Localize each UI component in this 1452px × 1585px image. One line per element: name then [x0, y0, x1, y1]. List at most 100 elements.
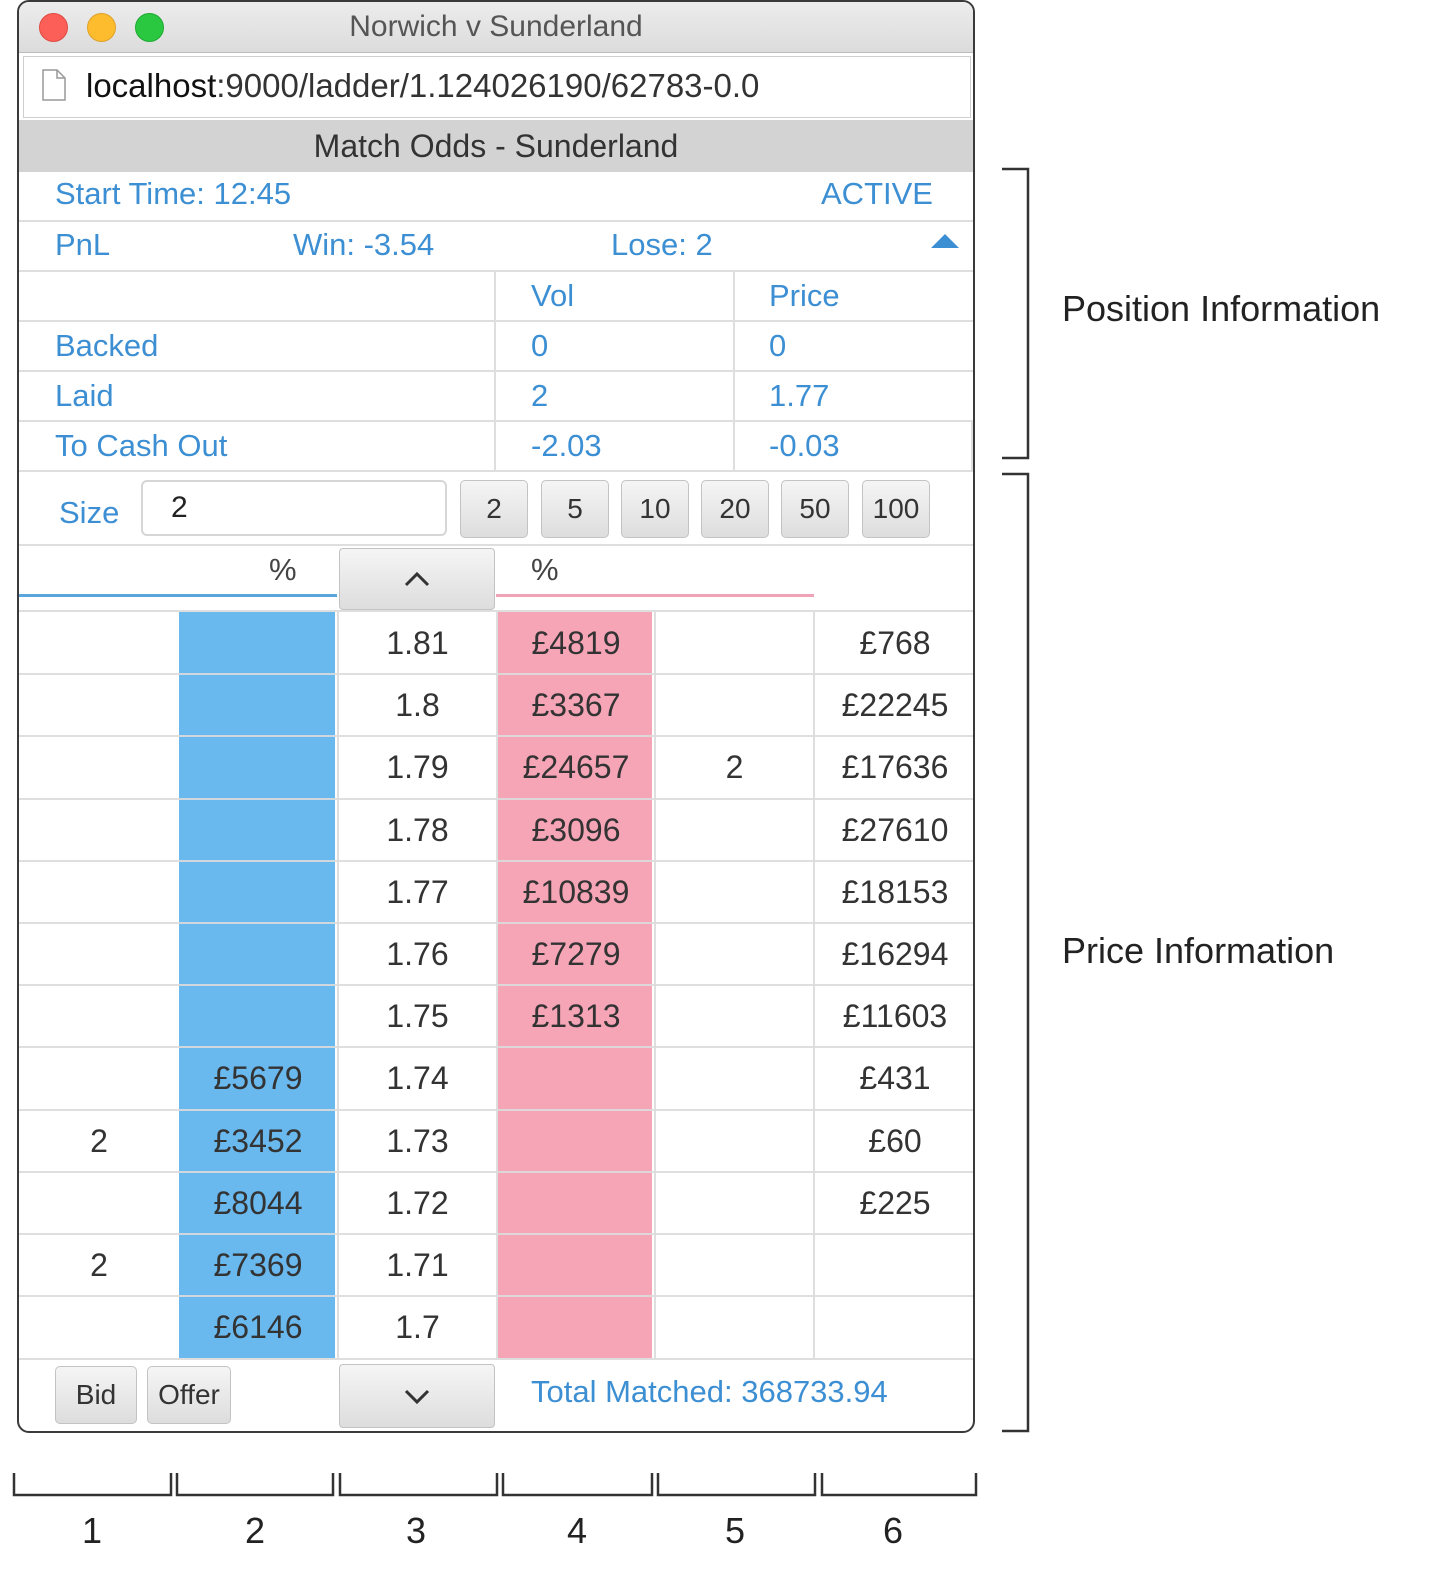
- ask-volume-cell[interactable]: [498, 1172, 654, 1234]
- position-row-vol: 0: [531, 328, 549, 363]
- bid-volume-cell[interactable]: £8044: [179, 1172, 337, 1234]
- position-row-price: 0: [769, 328, 787, 363]
- size-input[interactable]: 2: [141, 480, 447, 536]
- ask-volume-cell[interactable]: [498, 1296, 654, 1358]
- my-ask-cell: [656, 799, 813, 861]
- my-bid-cell: [19, 799, 179, 861]
- size-preset-button[interactable]: 2: [460, 480, 528, 538]
- column-number: 5: [724, 1510, 746, 1551]
- bid-volume-cell[interactable]: [179, 985, 337, 1047]
- divider: [971, 420, 973, 470]
- divider: [494, 270, 496, 470]
- bid-button[interactable]: Bid: [55, 1366, 137, 1424]
- scroll-down-button[interactable]: [339, 1364, 495, 1428]
- market-status: ACTIVE: [821, 176, 933, 211]
- window-title: Norwich v Sunderland: [349, 10, 643, 43]
- bid-volume-cell[interactable]: £7369: [179, 1234, 337, 1296]
- my-bid-cell: [19, 923, 179, 985]
- ask-volume-cell[interactable]: £10839: [498, 861, 654, 923]
- divider: [19, 470, 973, 472]
- my-ask-cell: [656, 985, 813, 1047]
- my-bid-cell: [19, 1172, 179, 1234]
- divider: [733, 270, 735, 470]
- url-path: :9000/ladder/1.124026190/62783-0.0: [216, 67, 760, 104]
- ask-volume-cell[interactable]: £3096: [498, 799, 654, 861]
- position-row-vol: -2.03: [531, 428, 602, 463]
- price-cell[interactable]: 1.73: [339, 1110, 496, 1172]
- position-information-label: Position Information: [1062, 288, 1381, 329]
- bid-volume-cell[interactable]: [179, 861, 337, 923]
- ask-header-underline: [496, 594, 814, 597]
- market-name: Match Odds - Sunderland: [19, 120, 973, 172]
- ladder-row: 1.8 £3367 £22245: [19, 673, 973, 736]
- bid-percent-header: %: [269, 552, 297, 587]
- divider: [19, 270, 973, 272]
- offer-button[interactable]: Offer: [147, 1366, 231, 1424]
- size-label: Size: [59, 495, 120, 530]
- price-information-label: Price Information: [1062, 930, 1335, 971]
- price-cell[interactable]: 1.79: [339, 736, 496, 798]
- browser-window: Norwich v Sunderland localhost:9000/ladd…: [17, 0, 975, 1433]
- price-ladder: 1.81 £4819 £768 1.8 £3367 £22245 1.79 £24657 2 £1…: [19, 612, 973, 1358]
- bid-volume-cell[interactable]: [179, 674, 337, 736]
- ladder-row: £8044 1.72 £225: [19, 1170, 973, 1234]
- bid-volume-cell[interactable]: [179, 923, 337, 985]
- price-cell[interactable]: 1.7: [339, 1296, 496, 1358]
- size-preset-button[interactable]: 100: [862, 480, 930, 538]
- ask-volume-cell[interactable]: [498, 1234, 654, 1296]
- size-preset-button[interactable]: 50: [781, 480, 849, 538]
- price-cell[interactable]: 1.8: [339, 674, 496, 736]
- bid-volume-cell[interactable]: £6146: [179, 1296, 337, 1358]
- size-preset-button[interactable]: 20: [701, 480, 769, 538]
- ask-volume-cell[interactable]: £3367: [498, 674, 654, 736]
- bid-volume-cell[interactable]: £5679: [179, 1047, 337, 1109]
- ask-volume-cell[interactable]: [498, 1047, 654, 1109]
- ladder-row: 2 £3452 1.73 £60: [19, 1108, 973, 1172]
- my-bid-cell: [19, 985, 179, 1047]
- address-bar[interactable]: localhost:9000/ladder/1.124026190/62783-…: [23, 56, 971, 118]
- price-cell[interactable]: 1.75: [339, 985, 496, 1047]
- row-divider: [19, 735, 973, 738]
- my-ask-cell: 2: [725, 749, 744, 786]
- size-preset-button[interactable]: 5: [541, 480, 609, 538]
- size-preset-button[interactable]: 10: [621, 480, 689, 538]
- price-cell[interactable]: 1.74: [339, 1047, 496, 1109]
- my-bid-cell: [19, 861, 179, 923]
- ask-volume-cell[interactable]: £24657: [498, 736, 654, 798]
- price-cell[interactable]: 1.78: [339, 799, 496, 861]
- ladder-row: £5679 1.74 £431: [19, 1046, 973, 1109]
- my-bid-cell: 2: [90, 1122, 108, 1159]
- triangle-up-icon[interactable]: [929, 232, 961, 250]
- divider: [19, 220, 973, 222]
- bid-volume-cell[interactable]: [179, 799, 337, 861]
- traded-volume-cell: [815, 1234, 973, 1296]
- ask-volume-cell[interactable]: [498, 1110, 654, 1172]
- traded-volume-cell: £17636: [841, 749, 949, 786]
- price-cell[interactable]: 1.77: [339, 861, 496, 923]
- ask-volume-cell[interactable]: £7279: [498, 923, 654, 985]
- annotation-brackets: [1002, 167, 1030, 1433]
- ask-volume-cell[interactable]: £4819: [498, 612, 654, 674]
- my-ask-cell: [656, 612, 813, 674]
- pnl-label: PnL: [55, 227, 111, 262]
- price-cell[interactable]: 1.72: [339, 1172, 496, 1234]
- ladder-row: £6146 1.7: [19, 1295, 973, 1358]
- ask-volume-cell[interactable]: £1313: [498, 985, 654, 1047]
- traded-volume-cell: [815, 1296, 973, 1358]
- column-number: 1: [81, 1510, 103, 1551]
- price-cell[interactable]: 1.76: [339, 923, 496, 985]
- row-divider: [19, 1046, 973, 1049]
- my-ask-cell: [656, 1047, 813, 1109]
- traded-volume-cell: £22245: [841, 687, 949, 724]
- price-cell[interactable]: 1.81: [339, 612, 496, 674]
- price-cell[interactable]: 1.71: [339, 1234, 496, 1296]
- bid-volume-cell[interactable]: [179, 736, 337, 798]
- my-ask-cell: [656, 1296, 813, 1358]
- scroll-up-button[interactable]: [339, 548, 495, 610]
- bid-volume-cell[interactable]: £3452: [179, 1110, 337, 1172]
- my-bid-cell: [19, 674, 179, 736]
- bid-volume-cell[interactable]: [179, 612, 337, 674]
- url-text[interactable]: localhost:9000/ladder/1.124026190/62783-…: [86, 67, 759, 105]
- row-divider: [19, 922, 973, 924]
- ladder-row: 1.79 £24657 2 £17636: [19, 735, 973, 798]
